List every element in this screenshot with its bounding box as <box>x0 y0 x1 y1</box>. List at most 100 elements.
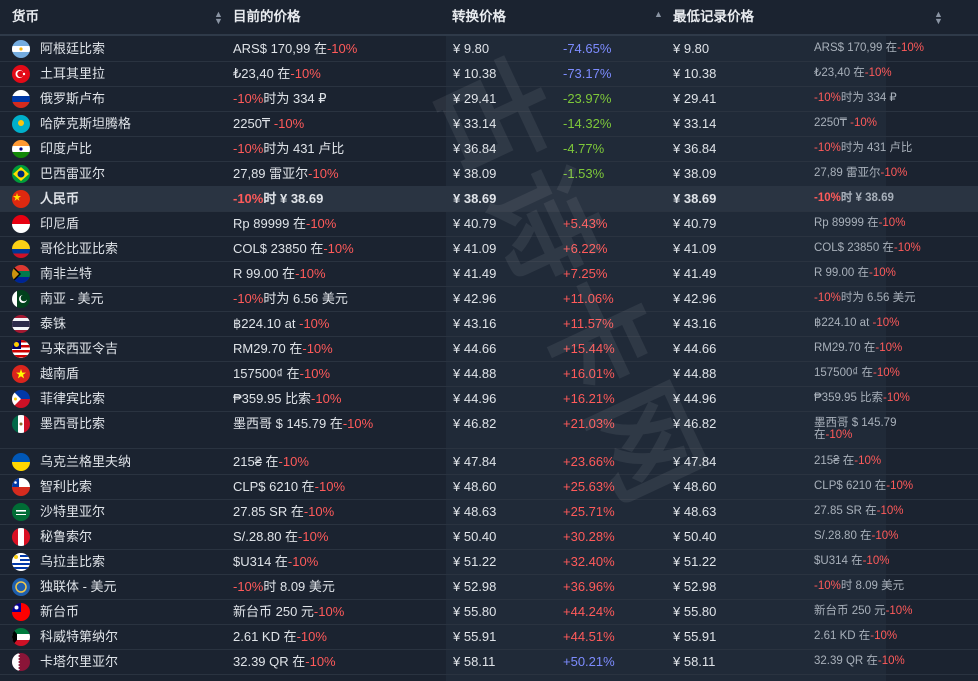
currency-name: 俄罗斯卢布 <box>40 91 106 106</box>
table-row[interactable]: 马来西亚令吉 RM29.70 在-10% ¥ 44.66 +15.44% ¥ 44.66… <box>0 336 978 362</box>
current-price: COL$ 23850 在-10% <box>233 236 354 261</box>
current-price-text: 时为 334 ₽ <box>263 91 327 106</box>
table-row[interactable]: 人民币 -10%时 ¥ 38.69 ¥ 38.69 ¥ 38.69 -10%时 ¥ 38… <box>0 186 978 212</box>
table-row[interactable]: 独联体 - 美元 -10%时 8.09 美元 ¥ 52.98 +36.96% ¥ 52.… <box>0 574 978 600</box>
table-row[interactable]: 阿根廷比索 ARS$ 170,99 在-10% ¥ 9.80 -74.65% ¥ 9.8… <box>0 36 978 62</box>
current-price-text: 27,89 雷亚尔 <box>233 166 309 181</box>
flag-in-icon <box>12 140 30 158</box>
header-lowest-price[interactable]: 最低记录价格 <box>673 0 754 34</box>
lowest-local-price: ₱359.95 比索-10% <box>814 386 910 411</box>
lowest-price: ¥ 46.82 <box>673 416 717 431</box>
sort-both-icon[interactable]: ▲ ▼ <box>934 0 943 34</box>
lowest-local-text: $U314 在 <box>814 555 863 567</box>
table-row[interactable]: 巴西雷亚尔 27,89 雷亚尔-10% ¥ 38.09 -1.53% ¥ 38.09 27… <box>0 161 978 187</box>
table-row[interactable]: 科威特第纳尔 2.61 KD 在-10% ¥ 55.91 +44.51% ¥ 55.91… <box>0 624 978 650</box>
lowest-local-price: 2.61 KD 在-10% <box>814 624 897 649</box>
current-price-text: ARS$ 170,99 在 <box>233 41 327 56</box>
flag-cis-icon <box>12 578 30 596</box>
flag-cn-icon <box>12 190 30 208</box>
table-row[interactable]: 印尼盾 Rp 89999 在-10% ¥ 40.79 +5.43% ¥ 40.79 Rp … <box>0 211 978 237</box>
currency-name: 独联体 - 美元 <box>40 579 117 594</box>
percent-difference: +11.06% <box>563 291 614 306</box>
table-row[interactable]: 哈萨克斯坦腾格 2250₸ -10% ¥ 33.14 -14.32% ¥ 33.14 22… <box>0 111 978 137</box>
table-row[interactable]: 南亚 - 美元 -10%时为 6.56 美元 ¥ 42.96 +11.06% ¥ 42.… <box>0 286 978 312</box>
table-row[interactable]: 墨西哥比索 墨西哥 $ 145.79 在-10% ¥ 46.82 +21.03% ¥ 4… <box>0 411 978 449</box>
lowest-local-text: 时 8.09 美元 <box>840 580 905 592</box>
table-row[interactable]: 哥伦比亚比索 COL$ 23850 在-10% ¥ 41.09 +6.22% ¥ 41.… <box>0 236 978 262</box>
discount-badge: -10% <box>233 141 264 156</box>
flag-br-icon <box>12 165 30 183</box>
table-row[interactable]: 卡塔尔里亚尔 32.39 QR 在-10% ¥ 58.11 +50.21% ¥ 58.1… <box>0 649 978 675</box>
table-row[interactable]: 越南盾 157500₫ 在-10% ¥ 44.88 +16.01% ¥ 44.88 157… <box>0 361 978 387</box>
lowest-local-price: R 99.00 在-10% <box>814 261 896 286</box>
currency-name: 哥伦比亚比索 <box>40 241 119 256</box>
lowest-price: ¥ 42.96 <box>673 291 717 306</box>
flag-pk-icon <box>12 290 30 308</box>
discount-badge: -10% <box>295 266 326 281</box>
current-price: 157500₫ 在-10% <box>233 361 330 386</box>
table-row[interactable]: 新台币 新台币 250 元-10% ¥ 55.80 +44.24% ¥ 55.80 新台币… <box>0 599 978 625</box>
table-row[interactable]: 菲律宾比索 ₱359.95 比索-10% ¥ 44.96 +16.21% ¥ 44.96… <box>0 386 978 412</box>
lowest-price: ¥ 50.40 <box>673 529 717 544</box>
percent-difference: +25.63% <box>563 479 615 494</box>
table-row[interactable]: 乌拉圭比索 $U314 在-10% ¥ 51.22 +32.40% ¥ 51.22 $U3… <box>0 549 978 575</box>
lowest-local-price: -10%时为 431 卢比 <box>814 136 912 161</box>
converted-price: ¥ 48.60 <box>453 479 497 494</box>
lowest-price: ¥ 10.38 <box>673 66 717 81</box>
converted-price: ¥ 52.98 <box>453 579 497 594</box>
lowest-local-price: $U314 在-10% <box>814 549 889 574</box>
lowest-local-price: CLP$ 6210 在-10% <box>814 474 913 499</box>
sort-both-icon[interactable]: ▲ ▼ <box>214 0 223 34</box>
discount-badge: -10% <box>870 630 898 642</box>
table-row[interactable]: 南非兰特 R 99.00 在-10% ¥ 41.49 +7.25% ¥ 41.49 R 9… <box>0 261 978 287</box>
flag-ar-icon <box>12 40 30 58</box>
sort-asc-icon[interactable]: ▲ <box>654 0 663 34</box>
flag-pe-icon <box>12 528 30 546</box>
flag-qa-icon <box>12 653 30 671</box>
table-row[interactable]: 秘鲁索尔 S/.28.80 在-10% ¥ 50.40 +30.28% ¥ 50.40 S… <box>0 524 978 550</box>
current-price-text: RM29.70 在 <box>233 341 303 356</box>
percent-difference: +11.57% <box>563 316 614 331</box>
discount-badge: -10% <box>233 191 264 206</box>
lowest-price: ¥ 44.96 <box>673 391 717 406</box>
currency-name: 越南盾 <box>40 366 80 381</box>
flag-co-icon <box>12 240 30 258</box>
table-row[interactable]: 沙特里亚尔 27.85 SR 在-10% ¥ 48.63 +25.71% ¥ 48.63… <box>0 499 978 525</box>
currency-name: 人民币 <box>40 191 80 206</box>
percent-difference: -1.53% <box>563 166 605 181</box>
current-price: ₱359.95 比索-10% <box>233 386 341 411</box>
lowest-local-text: COL$ 23850 在 <box>814 242 894 254</box>
converted-price: ¥ 44.66 <box>453 341 497 356</box>
current-price-text: $U314 在 <box>233 554 288 569</box>
flag-my-icon <box>12 340 30 358</box>
current-price-text: S/.28.80 在 <box>233 529 299 544</box>
lowest-local-price-line2: 在-10% <box>814 423 852 448</box>
current-price: ARS$ 170,99 在-10% <box>233 36 357 61</box>
table-row[interactable]: 乌克兰格里夫纳 215₴ 在-10% ¥ 47.84 +23.66% ¥ 47.84 21… <box>0 449 978 475</box>
current-price-text: R 99.00 在 <box>233 266 296 281</box>
table-row[interactable]: 土耳其里拉 ₺23,40 在-10% ¥ 10.38 -73.17% ¥ 10.38 ₺2… <box>0 61 978 87</box>
table-row[interactable]: 俄罗斯卢布 -10%时为 334 ₽ ¥ 29.41 -23.97% ¥ 29.41 -1… <box>0 86 978 112</box>
header-current-price[interactable]: 目前的价格 <box>233 0 301 34</box>
table-row[interactable]: 泰铢 ฿224.10 at -10% ¥ 43.16 +11.57% ¥ 43.16 ฿2… <box>0 311 978 337</box>
current-price: RM29.70 在-10% <box>233 336 333 361</box>
table-row[interactable]: 印度卢比 -10%时为 431 卢比 ¥ 36.84 -4.77% ¥ 36.84 -10… <box>0 136 978 162</box>
current-price-text: 215₴ 在 <box>233 454 279 469</box>
discount-badge: -10% <box>233 91 264 106</box>
flag-ru-icon <box>12 90 30 108</box>
header-currency[interactable]: 货币 <box>12 0 39 34</box>
current-price: 墨西哥 $ 145.79 在-10% <box>233 411 373 436</box>
lowest-local-price: ₺23,40 在-10% <box>814 61 892 86</box>
lowest-price: ¥ 48.60 <box>673 479 717 494</box>
flag-tr-icon <box>12 65 30 83</box>
percent-difference: -74.65% <box>563 41 612 56</box>
percent-difference: +16.21% <box>563 391 615 406</box>
discount-badge: -10% <box>342 416 374 431</box>
discount-badge: -10% <box>893 242 921 254</box>
lowest-local-price: S/.28.80 在-10% <box>814 524 898 549</box>
header-converted-price[interactable]: 转换价格 <box>452 0 506 34</box>
table-row[interactable]: 智利比索 CLP$ 6210 在-10% ¥ 48.60 +25.63% ¥ 48.60… <box>0 474 978 500</box>
current-price: 新台币 250 元-10% <box>233 599 344 624</box>
flag-ph-icon <box>12 390 30 408</box>
discount-badge: -10% <box>313 604 345 619</box>
